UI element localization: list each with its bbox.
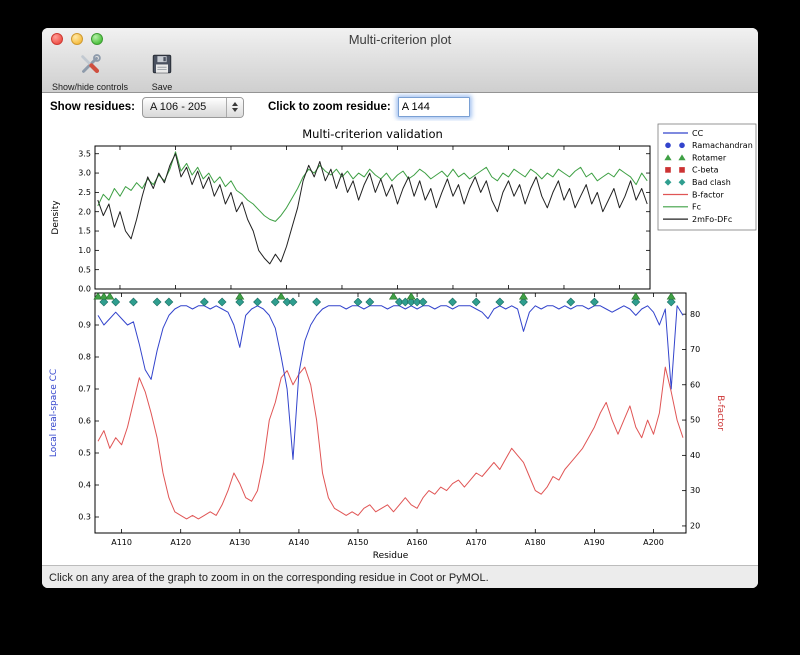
- svg-text:3.5: 3.5: [78, 149, 91, 158]
- show-hide-controls-label: Show/hide controls: [52, 82, 129, 92]
- window-header: Multi-criterion plot Show/hide controls: [42, 28, 758, 93]
- show-residues-label: Show residues:: [50, 101, 135, 113]
- svg-text:3.0: 3.0: [78, 169, 91, 178]
- minimize-button[interactable]: [71, 33, 83, 45]
- svg-text:2.5: 2.5: [78, 188, 91, 197]
- app-window: Multi-criterion plot Show/hide controls: [42, 28, 758, 588]
- svg-text:0.0: 0.0: [78, 285, 91, 294]
- svg-text:Ramachandran: Ramachandran: [692, 141, 753, 150]
- svg-text:0.5: 0.5: [78, 265, 91, 274]
- chevron-up-down-icon: [226, 97, 243, 117]
- svg-text:A170: A170: [466, 538, 487, 547]
- window-title: Multi-criterion plot: [348, 31, 452, 47]
- tools-icon: [78, 52, 102, 81]
- plot-area: 0.0 0.5 1.0 1.5 2.0 2.5 3.0 3.5 0.3 0.4 0.5 0.6 0.7 0…: [42, 121, 758, 565]
- svg-text:A180: A180: [525, 538, 546, 547]
- svg-text:60: 60: [690, 380, 700, 389]
- svg-text:0.5: 0.5: [78, 449, 91, 458]
- toolbar: Show/hide controls Save: [42, 50, 758, 92]
- status-bar: Click on any area of the graph to zoom i…: [42, 565, 758, 588]
- svg-text:Multi-criterion validation: Multi-criterion validation: [302, 127, 443, 141]
- svg-text:40: 40: [690, 451, 700, 460]
- svg-text:2mFo-DFc: 2mFo-DFc: [692, 215, 732, 224]
- save-label: Save: [151, 82, 173, 92]
- close-button[interactable]: [51, 33, 63, 45]
- svg-text:A190: A190: [584, 538, 605, 547]
- svg-text:Rotamer: Rotamer: [692, 153, 727, 162]
- svg-text:A200: A200: [643, 538, 664, 547]
- svg-text:B-factor: B-factor: [692, 190, 725, 199]
- svg-text:1.0: 1.0: [78, 246, 91, 255]
- show-hide-controls-button[interactable]: Show/hide controls: [52, 52, 128, 92]
- zoom-residue-label: Click to zoom residue:: [268, 101, 391, 113]
- svg-text:70: 70: [690, 345, 700, 354]
- svg-text:20: 20: [690, 522, 700, 531]
- svg-text:1.5: 1.5: [78, 227, 91, 236]
- svg-text:0.8: 0.8: [78, 353, 91, 362]
- save-icon: [150, 52, 174, 81]
- svg-text:30: 30: [690, 486, 700, 495]
- svg-text:Fc: Fc: [692, 203, 701, 212]
- svg-text:A150: A150: [348, 538, 369, 547]
- status-text: Click on any area of the graph to zoom i…: [49, 571, 489, 584]
- svg-text:80: 80: [690, 310, 700, 319]
- svg-text:CC: CC: [692, 129, 704, 138]
- svg-text:Residue: Residue: [373, 551, 409, 561]
- multi-criterion-chart[interactable]: 0.0 0.5 1.0 1.5 2.0 2.5 3.0 3.5 0.3 0.4 0.5 0.6 0.7 0…: [42, 121, 758, 565]
- svg-text:0.6: 0.6: [78, 417, 91, 426]
- svg-text:0.7: 0.7: [78, 385, 91, 394]
- zoom-residue-input[interactable]: [397, 97, 470, 117]
- residue-range-select[interactable]: A 106 - 205: [142, 96, 244, 118]
- svg-text:0.9: 0.9: [78, 321, 91, 330]
- zoom-button[interactable]: [91, 33, 103, 45]
- svg-text:A110: A110: [111, 538, 132, 547]
- svg-text:2.0: 2.0: [78, 207, 91, 216]
- svg-text:0.3: 0.3: [78, 513, 91, 522]
- svg-text:0.4: 0.4: [78, 481, 91, 490]
- svg-text:A120: A120: [170, 538, 191, 547]
- svg-text:C-beta: C-beta: [692, 166, 719, 175]
- svg-text:Bad clash: Bad clash: [692, 178, 731, 187]
- svg-text:B-factor: B-factor: [715, 395, 725, 431]
- svg-text:A160: A160: [407, 538, 428, 547]
- svg-text:A140: A140: [289, 538, 310, 547]
- residue-range-value: A 106 - 205: [150, 101, 207, 113]
- window-controls: [51, 33, 103, 45]
- controls-row: Show residues: A 106 - 205 Click to zoom…: [42, 93, 758, 121]
- svg-text:50: 50: [690, 416, 700, 425]
- save-button[interactable]: Save: [150, 52, 174, 92]
- svg-text:A130: A130: [229, 538, 250, 547]
- window-title-bar[interactable]: Multi-criterion plot: [42, 28, 758, 50]
- svg-text:Local real-space CC: Local real-space CC: [49, 369, 59, 457]
- svg-text:Density: Density: [51, 200, 61, 235]
